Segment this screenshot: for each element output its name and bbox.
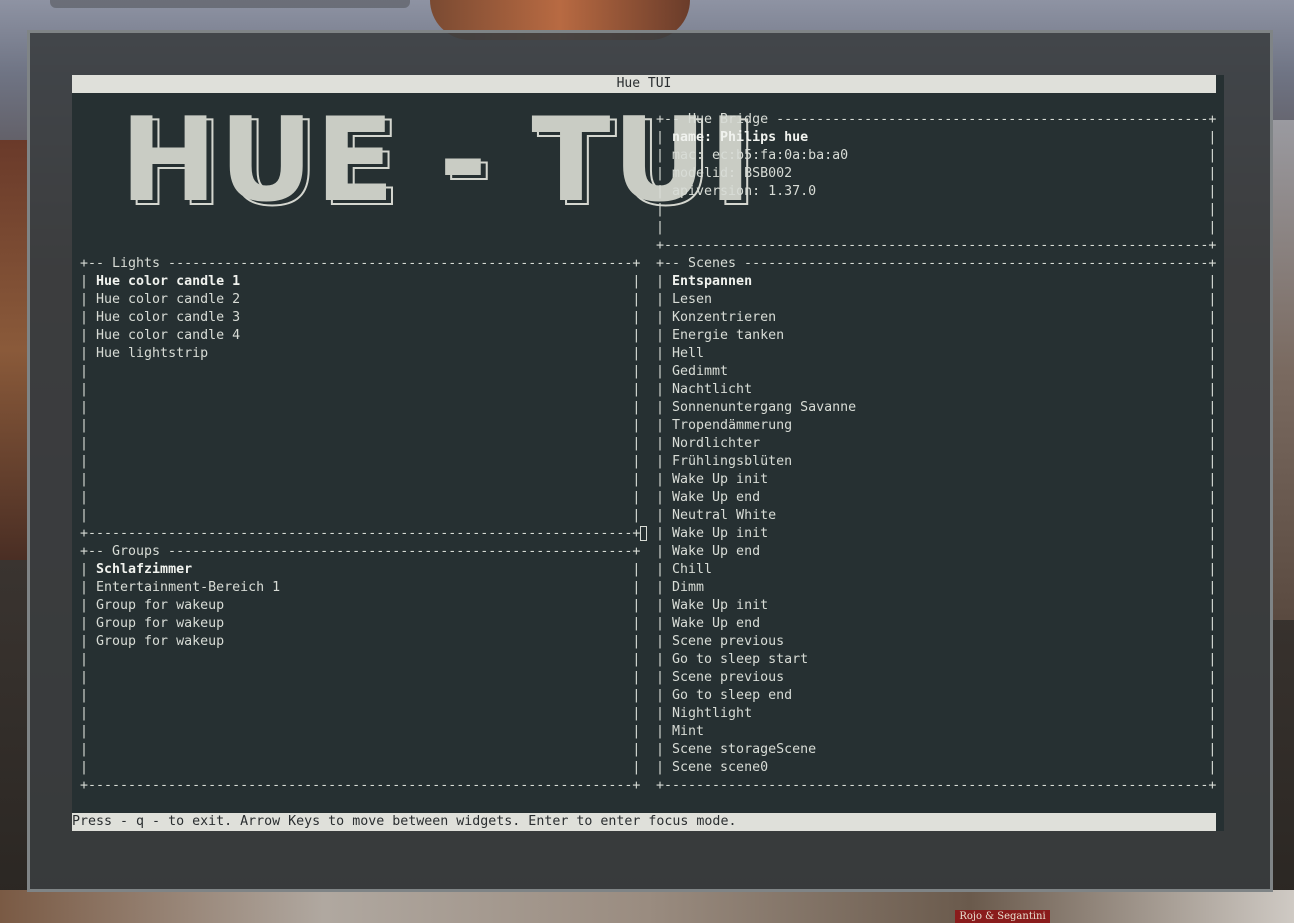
scene-item[interactable]: Sonnenuntergang Savanne	[672, 400, 856, 415]
scene-item[interactable]: Wake Up init	[672, 526, 768, 541]
scene-item[interactable]: Nordlichter	[672, 436, 760, 451]
background-window-edge	[50, 0, 410, 8]
scene-item[interactable]: Scene previous	[672, 634, 784, 649]
group-item[interactable]: Group for wakeup	[96, 598, 224, 613]
scene-item[interactable]: Scene storageScene	[672, 742, 816, 757]
background-rock-right	[1272, 120, 1294, 620]
scene-item[interactable]: Wake Up init	[672, 472, 768, 487]
light-item[interactable]: Hue color candle 2	[96, 292, 240, 307]
bridge-apiversion: apiversion: 1.37.0	[672, 184, 817, 199]
app-logo: HUE - TUI HUE - TUI	[120, 103, 759, 224]
light-item[interactable]: Hue lightstrip	[96, 346, 208, 361]
scene-item[interactable]: Go to sleep start	[672, 652, 808, 667]
scene-item[interactable]: Wake Up end	[672, 544, 760, 559]
scene-item[interactable]: Lesen	[672, 292, 712, 307]
scene-item[interactable]: Nachtlicht	[672, 382, 752, 397]
bridge-mac: mac: ec:b5:fa:0a:ba:a0	[672, 148, 849, 163]
scene-item[interactable]: Frühlingsblüten	[672, 454, 792, 469]
scene-item[interactable]: Scene previous	[672, 670, 784, 685]
bridge-name-label: name: Philips hue	[672, 130, 809, 145]
terminal-screen[interactable]: Hue TUI HUE - TUI HUE - TUI +-- Hue Brid…	[72, 75, 1224, 831]
group-item[interactable]: Entertainment-Bereich 1	[96, 580, 280, 595]
scene-item[interactable]: Chill	[672, 562, 712, 577]
scene-item[interactable]: Hell	[672, 346, 704, 361]
scene-item[interactable]: Energie tanken	[672, 328, 784, 343]
background-ground	[0, 890, 1294, 923]
scene-item[interactable]: Tropendämmerung	[672, 418, 792, 433]
app-title: Hue TUI	[72, 75, 1216, 93]
status-bar: Press - q - to exit. Arrow Keys to move …	[72, 813, 1216, 831]
scene-item[interactable]: Wake Up end	[672, 490, 760, 505]
scene-item[interactable]: Gedimmt	[672, 364, 728, 379]
text-cursor	[640, 526, 647, 541]
group-item[interactable]: Group for wakeup	[96, 616, 224, 631]
scene-item[interactable]: Neutral White	[672, 508, 776, 523]
background-rock-left	[0, 140, 30, 560]
light-item[interactable]: Hue color candle 1	[96, 274, 240, 289]
scene-item[interactable]: Mint	[672, 724, 704, 739]
background-sign: Rojo & Segantini	[955, 910, 1050, 923]
scene-item[interactable]: Scene scene0	[672, 760, 768, 775]
groups-panel[interactable]: +-- Groups -----------------------------…	[80, 543, 640, 795]
light-item[interactable]: Hue color candle 3	[96, 310, 240, 325]
bridge-panel[interactable]: +-- Hue Bridge -------------------------…	[656, 111, 1216, 255]
scene-item[interactable]: Konzentrieren	[672, 310, 776, 325]
light-item[interactable]: Hue color candle 4	[96, 328, 240, 343]
scene-item[interactable]: Dimm	[672, 580, 704, 595]
scene-item[interactable]: Nightlight	[672, 706, 752, 721]
scenes-panel[interactable]: +-- Scenes -----------------------------…	[656, 255, 1216, 795]
bridge-modelid: modelid: BSB002	[672, 166, 793, 181]
scene-item[interactable]: Go to sleep end	[672, 688, 792, 703]
scene-item[interactable]: Wake Up init	[672, 598, 768, 613]
group-item[interactable]: Schlafzimmer	[96, 562, 192, 577]
lights-panel[interactable]: +-- Lights -----------------------------…	[80, 255, 640, 543]
group-item[interactable]: Group for wakeup	[96, 634, 224, 649]
scene-item[interactable]: Entspannen	[672, 274, 752, 289]
scene-item[interactable]: Wake Up end	[672, 616, 760, 631]
